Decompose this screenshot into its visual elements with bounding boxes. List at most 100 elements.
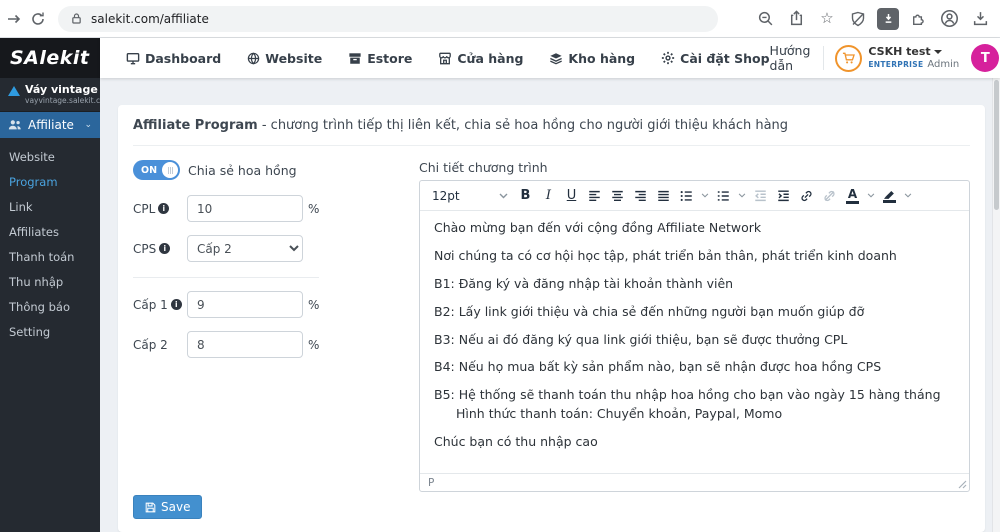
form-divider	[133, 277, 319, 278]
highlight-color-button[interactable]	[878, 184, 901, 208]
font-size-select[interactable]: 12pt	[426, 184, 514, 208]
info-icon[interactable]	[159, 243, 170, 254]
nav-website[interactable]: Website	[247, 51, 322, 66]
app-logo-text: SAlekit	[10, 47, 90, 69]
text-color-caret-icon[interactable]	[864, 184, 878, 208]
bullet-list-caret-icon[interactable]	[698, 184, 712, 208]
sidebar-item-thu-nhap[interactable]: Thu nhập	[0, 269, 100, 294]
affiliate-program-card: Affiliate Program - chương trình tiếp th…	[118, 105, 985, 532]
editor-paragraph: Nơi chúng ta có cơ hội học tập, phát tri…	[434, 248, 955, 265]
sidebar-item-affiliates[interactable]: Affiliates	[0, 219, 100, 244]
cap1-input[interactable]	[187, 291, 303, 318]
forward-icon[interactable]	[2, 7, 26, 31]
cap2-input[interactable]	[187, 331, 303, 358]
shop-switcher[interactable]: Váy vintage ⌄ vayvintage.salekit.com	[0, 78, 100, 112]
bold-button[interactable]: B	[514, 184, 537, 208]
italic-button[interactable]: I	[537, 184, 560, 208]
sidebar-item-link[interactable]: Link	[0, 194, 100, 219]
nav-dashboard[interactable]: Dashboard	[126, 51, 221, 66]
floppy-icon	[145, 502, 156, 513]
info-icon[interactable]	[171, 299, 182, 310]
app-logo[interactable]: SAlekit	[0, 38, 100, 78]
numbered-list-button[interactable]	[712, 184, 735, 208]
editor-paragraph: B2: Lấy link giới thiệu và chia sẻ đến n…	[434, 304, 955, 321]
account-role: Admin	[927, 59, 959, 72]
editor-paragraph: B4: Nếu họ mua bất kỳ sản phẩm nào, bạn …	[434, 359, 955, 376]
element-path-label: P	[428, 477, 434, 489]
info-icon[interactable]	[158, 203, 169, 214]
downloads-tray-icon[interactable]	[968, 7, 992, 31]
save-button[interactable]: Save	[133, 495, 202, 519]
sidebar-section-affiliate[interactable]: Affiliate ⌄	[0, 112, 100, 138]
align-center-button[interactable]	[606, 184, 629, 208]
scrollbar-thumb[interactable]	[994, 80, 999, 210]
align-left-button[interactable]	[583, 184, 606, 208]
users-icon	[8, 119, 22, 131]
sidebar-item-program[interactable]: Program	[0, 169, 100, 194]
download-active-icon[interactable]	[877, 8, 899, 30]
url-text[interactable]: salekit.com/affiliate	[91, 12, 209, 26]
sidebar-item-website[interactable]: Website	[0, 144, 100, 169]
cpl-input[interactable]	[187, 195, 303, 222]
cpl-label: CPL	[133, 202, 155, 216]
monitor-icon	[126, 52, 140, 65]
text-color-button[interactable]: A	[841, 184, 864, 208]
justify-button[interactable]	[652, 184, 675, 208]
zoom-out-icon[interactable]	[753, 7, 777, 31]
page-title-strong: Affiliate Program	[133, 118, 258, 133]
extensions-icon[interactable]	[906, 7, 930, 31]
bookmark-star-icon[interactable]: ☆	[815, 7, 839, 31]
account-menu[interactable]: CSKH test ENTERPRISE Admin	[835, 45, 959, 72]
shop-logo-icon	[8, 86, 20, 96]
reload-icon[interactable]	[26, 7, 50, 31]
toggle-state-label: ON	[141, 165, 157, 176]
resize-grip[interactable]	[958, 480, 967, 489]
cap1-label: Cấp 1	[133, 298, 168, 312]
cap2-label: Cấp 2	[133, 338, 168, 352]
underline-button[interactable]: U	[560, 184, 583, 208]
layers-icon	[549, 52, 563, 65]
percent-suffix: %	[308, 202, 319, 216]
outdent-button[interactable]	[749, 184, 772, 208]
numbered-list-caret-icon[interactable]	[735, 184, 749, 208]
page-scrollbar[interactable]	[992, 78, 1000, 532]
cart-plan-icon	[835, 45, 862, 72]
box-icon	[348, 52, 362, 65]
highlight-color-caret-icon[interactable]	[901, 184, 915, 208]
percent-suffix: %	[308, 338, 319, 352]
gear-icon	[661, 51, 675, 65]
editor-paragraph: B3: Nếu ai đó đăng ký qua link giới thiệ…	[434, 332, 955, 349]
editor-content[interactable]: Chào mừng bạn đến với cộng đồng Affiliat…	[420, 211, 969, 473]
nav-estore[interactable]: Estore	[348, 51, 412, 66]
sidebar-item-thong-bao[interactable]: Thông báo	[0, 294, 100, 319]
profile-icon[interactable]	[937, 7, 961, 31]
rich-text-editor: 12pt B I U	[419, 180, 970, 492]
shield-block-icon[interactable]	[846, 7, 870, 31]
plan-badge: ENTERPRISE	[868, 60, 923, 69]
share-commission-toggle[interactable]: ON	[133, 160, 180, 180]
align-right-button[interactable]	[629, 184, 652, 208]
cps-level-select[interactable]: Cấp 2	[187, 235, 303, 262]
browser-toolbar: salekit.com/affiliate ☆	[0, 0, 1000, 38]
nav-cua-hang[interactable]: Cửa hàng	[438, 51, 523, 66]
sidebar-item-thanh-toan[interactable]: Thanh toán	[0, 244, 100, 269]
chevron-down-icon	[934, 50, 942, 54]
unlink-button[interactable]	[818, 184, 841, 208]
indent-button[interactable]	[772, 184, 795, 208]
commission-form: ON Chia sẻ hoa hồng CPL % CPS Cấp 2	[133, 160, 323, 492]
editor-paragraph: Hình thức thanh toán: Chuyển khoản, Payp…	[434, 406, 955, 423]
avatar[interactable]: T	[971, 44, 999, 72]
save-button-label: Save	[161, 500, 190, 514]
lock-icon	[70, 12, 83, 25]
shop-domain: vayvintage.salekit.com	[25, 96, 112, 105]
help-link[interactable]: Hướng dẫn	[770, 43, 811, 73]
bullet-list-button[interactable]	[675, 184, 698, 208]
nav-cai-dat-shop[interactable]: Cài đặt Shop	[661, 51, 769, 66]
address-bar[interactable]: salekit.com/affiliate	[58, 6, 718, 32]
sidebar-item-setting[interactable]: Setting	[0, 319, 100, 344]
nav-kho-hang[interactable]: Kho hàng	[549, 51, 635, 66]
link-button[interactable]	[795, 184, 818, 208]
sidebar-section-label: Affiliate	[28, 118, 74, 132]
chevron-down-icon: ⌄	[84, 120, 92, 130]
share-icon[interactable]	[784, 7, 808, 31]
